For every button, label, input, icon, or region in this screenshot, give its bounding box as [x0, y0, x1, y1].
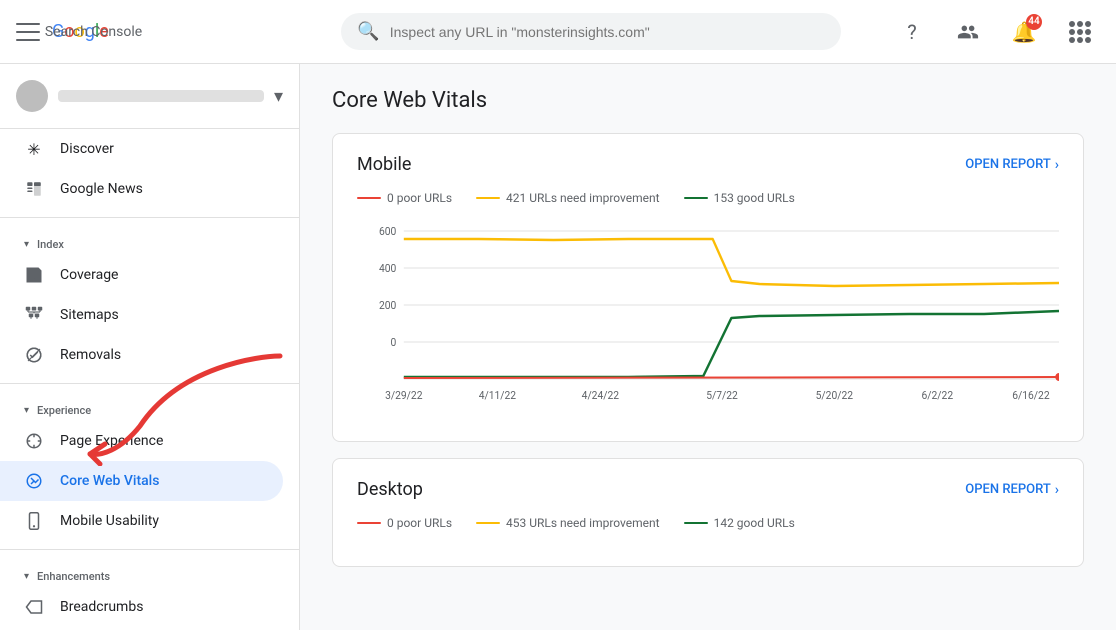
desktop-card-title: Desktop: [357, 479, 423, 500]
sidebar-item-google-news[interactable]: Google News: [0, 169, 283, 209]
mobile-chart-svg: 600 400 200 0 3/29/22 4/11/22 4/24/22: [357, 221, 1059, 421]
sidebar-item-core-web-vitals[interactable]: Core Web Vitals: [0, 461, 283, 501]
coverage-icon: [24, 265, 44, 285]
sitemaps-icon: [24, 305, 44, 325]
help-icon: ?: [907, 20, 916, 44]
svg-text:0: 0: [391, 336, 397, 349]
mobile-open-report-button[interactable]: OPEN REPORT ›: [965, 157, 1059, 173]
notifications-button[interactable]: 🔔 44: [1004, 12, 1044, 52]
user-menu-icon[interactable]: ▾: [274, 86, 283, 107]
sidebar-item-mobile-usability[interactable]: Mobile Usability: [0, 501, 283, 541]
sidebar-item-core-web-vitals-label: Core Web Vitals: [60, 473, 159, 489]
sidebar-item-removals[interactable]: Removals: [0, 335, 283, 375]
enhancements-section-label: Enhancements: [0, 558, 299, 587]
sidebar-item-sitemaps[interactable]: Sitemaps: [0, 295, 283, 335]
desktop-card: Desktop OPEN REPORT › 0 poor URLs 453 UR…: [332, 458, 1084, 567]
desktop-card-header: Desktop OPEN REPORT ›: [357, 479, 1059, 500]
svg-text:4/11/22: 4/11/22: [479, 389, 516, 402]
sidebar-item-coverage[interactable]: Coverage: [0, 255, 283, 295]
sidebar-item-coverage-label: Coverage: [60, 267, 118, 283]
search-bar[interactable]: 🔍: [341, 13, 841, 50]
google-news-icon: [24, 179, 44, 199]
sidebar: ▾ ✳ Discover Google News Index Coverage: [0, 64, 300, 630]
svg-text:600: 600: [379, 225, 396, 238]
search-icon: 🔍: [357, 21, 379, 42]
desktop-legend-good: 142 good URLs: [684, 516, 795, 530]
svg-text:5/20/22: 5/20/22: [816, 389, 853, 402]
experience-section-label: Experience: [0, 392, 299, 421]
account-settings-icon: [957, 21, 979, 43]
desktop-good-line-icon: [684, 522, 708, 524]
header-right: ? 🔔 44: [892, 12, 1100, 52]
svg-text:400: 400: [379, 262, 396, 275]
sidebar-item-breadcrumbs[interactable]: Breadcrumbs: [0, 587, 283, 627]
breadcrumbs-icon: [24, 597, 44, 617]
sidebar-item-breadcrumbs-label: Breadcrumbs: [60, 599, 143, 615]
desktop-legend-poor: 0 poor URLs: [357, 516, 452, 530]
core-web-vitals-icon: [24, 471, 44, 491]
mobile-card-title: Mobile: [357, 154, 411, 175]
chevron-right-icon-2: ›: [1055, 482, 1059, 498]
app-header: Google Search Console 🔍 ? 🔔 44: [0, 0, 1116, 64]
chevron-right-icon: ›: [1055, 157, 1059, 173]
mobile-legend-improvement: 421 URLs need improvement: [476, 191, 660, 205]
divider-3: [0, 549, 299, 550]
user-email: [58, 90, 264, 102]
desktop-improvement-line-icon: [476, 522, 500, 524]
svg-text:200: 200: [379, 299, 396, 312]
app-name-suffix: Search Console: [45, 24, 142, 40]
sidebar-item-sitemaps-label: Sitemaps: [60, 307, 119, 323]
notification-count: 44: [1026, 14, 1042, 30]
main-content: Core Web Vitals Mobile OPEN REPORT › 0 p…: [300, 64, 1116, 630]
index-section-label: Index: [0, 226, 299, 255]
svg-text:6/16/22: 6/16/22: [1012, 389, 1049, 402]
sidebar-item-discover-label: Discover: [60, 141, 114, 157]
mobile-legend-poor: 0 poor URLs: [357, 191, 452, 205]
mobile-usability-icon: [24, 511, 44, 531]
sidebar-item-page-experience[interactable]: Page Experience: [0, 421, 283, 461]
apps-button[interactable]: [1060, 12, 1100, 52]
sidebar-item-mobile-usability-label: Mobile Usability: [60, 513, 159, 529]
desktop-legend: 0 poor URLs 453 URLs need improvement 14…: [357, 516, 1059, 530]
app-layout: ▾ ✳ Discover Google News Index Coverage: [0, 0, 1116, 630]
avatar: [16, 80, 48, 112]
account-settings-button[interactable]: [948, 12, 988, 52]
desktop-open-report-button[interactable]: OPEN REPORT ›: [965, 482, 1059, 498]
svg-text:3/29/22: 3/29/22: [385, 389, 422, 402]
divider-1: [0, 217, 299, 218]
user-section: ▾: [0, 64, 299, 129]
hamburger-menu[interactable]: [16, 20, 40, 44]
page-title: Core Web Vitals: [332, 88, 1084, 113]
mobile-legend: 0 poor URLs 421 URLs need improvement 15…: [357, 191, 1059, 205]
sidebar-item-discover[interactable]: ✳ Discover: [0, 129, 283, 169]
improvement-line-icon: [476, 197, 500, 199]
svg-text:5/7/22: 5/7/22: [706, 389, 738, 402]
mobile-legend-good: 153 good URLs: [684, 191, 795, 205]
sidebar-item-google-news-label: Google News: [60, 181, 143, 197]
mobile-card-header: Mobile OPEN REPORT ›: [357, 154, 1059, 175]
mobile-card: Mobile OPEN REPORT › 0 poor URLs 421 URL…: [332, 133, 1084, 442]
help-button[interactable]: ?: [892, 12, 932, 52]
discover-icon: ✳: [24, 139, 44, 159]
sidebar-item-page-experience-label: Page Experience: [60, 433, 163, 449]
svg-text:6/2/22: 6/2/22: [922, 389, 954, 402]
header-left: Google Search Console: [16, 20, 316, 44]
desktop-poor-line-icon: [357, 522, 381, 524]
divider-2: [0, 383, 299, 384]
search-input[interactable]: [390, 24, 826, 40]
sidebar-item-removals-label: Removals: [60, 347, 121, 363]
desktop-legend-improvement: 453 URLs need improvement: [476, 516, 660, 530]
page-experience-icon: [24, 431, 44, 451]
mobile-chart: 600 400 200 0 3/29/22 4/11/22 4/24/22: [357, 221, 1059, 421]
poor-line-icon: [357, 197, 381, 199]
apps-grid-icon: [1069, 21, 1091, 43]
removals-icon: [24, 345, 44, 365]
svg-text:4/24/22: 4/24/22: [582, 389, 619, 402]
good-line-icon: [684, 197, 708, 199]
